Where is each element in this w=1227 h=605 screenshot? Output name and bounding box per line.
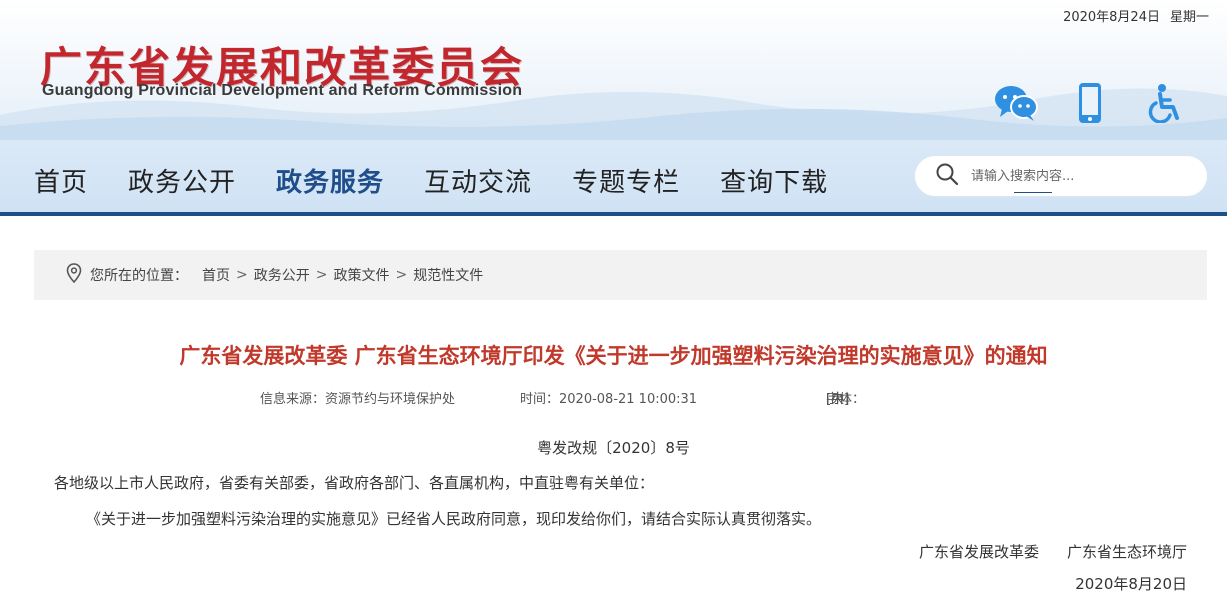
header-tools bbox=[993, 80, 1187, 126]
breadcrumb-separator: > bbox=[315, 267, 328, 283]
breadcrumb-separator: > bbox=[395, 267, 408, 283]
sign-date: 2020年8月20日 bbox=[1075, 575, 1187, 593]
header-banner: 2020年8月24日 星期一 广东省发展和改革委员会 Guangdong Pro… bbox=[0, 0, 1227, 140]
nav-item-interaction[interactable]: 互动交流 bbox=[424, 162, 532, 199]
breadcrumb: 您所在的位置： 首页 > 政务公开 > 政策文件 > 规范性文件 bbox=[34, 250, 1207, 300]
search-input[interactable] bbox=[971, 168, 1191, 184]
main-nav: 首页 政务公开 政务服务 互动交流 专题专栏 查询下载 bbox=[0, 140, 1227, 216]
breadcrumb-government-affairs[interactable]: 政务公开 bbox=[254, 265, 310, 285]
date-display: 2020年8月24日 星期一 bbox=[1063, 6, 1209, 25]
search-icon[interactable] bbox=[935, 162, 959, 190]
nav-item-special-topics[interactable]: 专题专栏 bbox=[572, 162, 680, 199]
search-box bbox=[915, 156, 1207, 196]
font-size-small[interactable]: [小] bbox=[826, 388, 849, 407]
article-source: 信息来源：资源节约与环境保护处 bbox=[260, 392, 456, 407]
article-signers: 广东省发展改革委 广东省生态环境厅 bbox=[919, 541, 1187, 562]
article-paragraph: 《关于进一步加强塑料污染治理的实施意见》已经省人民政府同意，现印发给你们，请结合… bbox=[86, 510, 822, 528]
document-number: 粤发改规〔2020〕8号 bbox=[537, 439, 690, 457]
site-title-en: Guangdong Provincial Development and Ref… bbox=[42, 82, 523, 99]
wechat-icon[interactable] bbox=[993, 80, 1039, 126]
search-underline bbox=[1014, 192, 1052, 193]
article-title: 广东省发展改革委 广东省生态环境厅印发《关于进一步加强塑料污染治理的实施意见》的… bbox=[179, 344, 1048, 368]
breadcrumb-policy-documents[interactable]: 政策文件 bbox=[333, 265, 389, 285]
nav-item-government-affairs[interactable]: 政务公开 bbox=[128, 162, 236, 199]
current-date: 2020年8月24日 bbox=[1063, 10, 1160, 25]
nav-item-query-download[interactable]: 查询下载 bbox=[720, 162, 828, 199]
signer-drc: 广东省发展改革委 bbox=[918, 543, 1039, 561]
nav-item-home[interactable]: 首页 bbox=[34, 162, 88, 199]
nav-item-government-services[interactable]: 政务服务 bbox=[276, 162, 384, 199]
nav-items: 首页 政务公开 政务服务 互动交流 专题专栏 查询下载 bbox=[34, 162, 868, 199]
article-time: 时间：2020-08-21 10:00:31 bbox=[520, 392, 698, 407]
location-pin-icon bbox=[66, 263, 82, 287]
breadcrumb-separator: > bbox=[236, 267, 248, 283]
breadcrumb-prefix: 您所在的位置： bbox=[90, 268, 188, 284]
breadcrumb-home[interactable]: 首页 bbox=[202, 265, 230, 285]
article-addressee: 各地级以上市人民政府，省委有关部委，省政府各部门、各直属机构，中直驻粤有关单位： bbox=[54, 474, 655, 492]
mobile-icon[interactable] bbox=[1067, 80, 1113, 126]
signer-environment: 广东省生态环境厅 bbox=[1066, 543, 1187, 561]
breadcrumb-normative-documents[interactable]: 规范性文件 bbox=[413, 265, 483, 285]
current-weekday: 星期一 bbox=[1169, 10, 1209, 25]
accessibility-icon[interactable] bbox=[1141, 80, 1187, 126]
